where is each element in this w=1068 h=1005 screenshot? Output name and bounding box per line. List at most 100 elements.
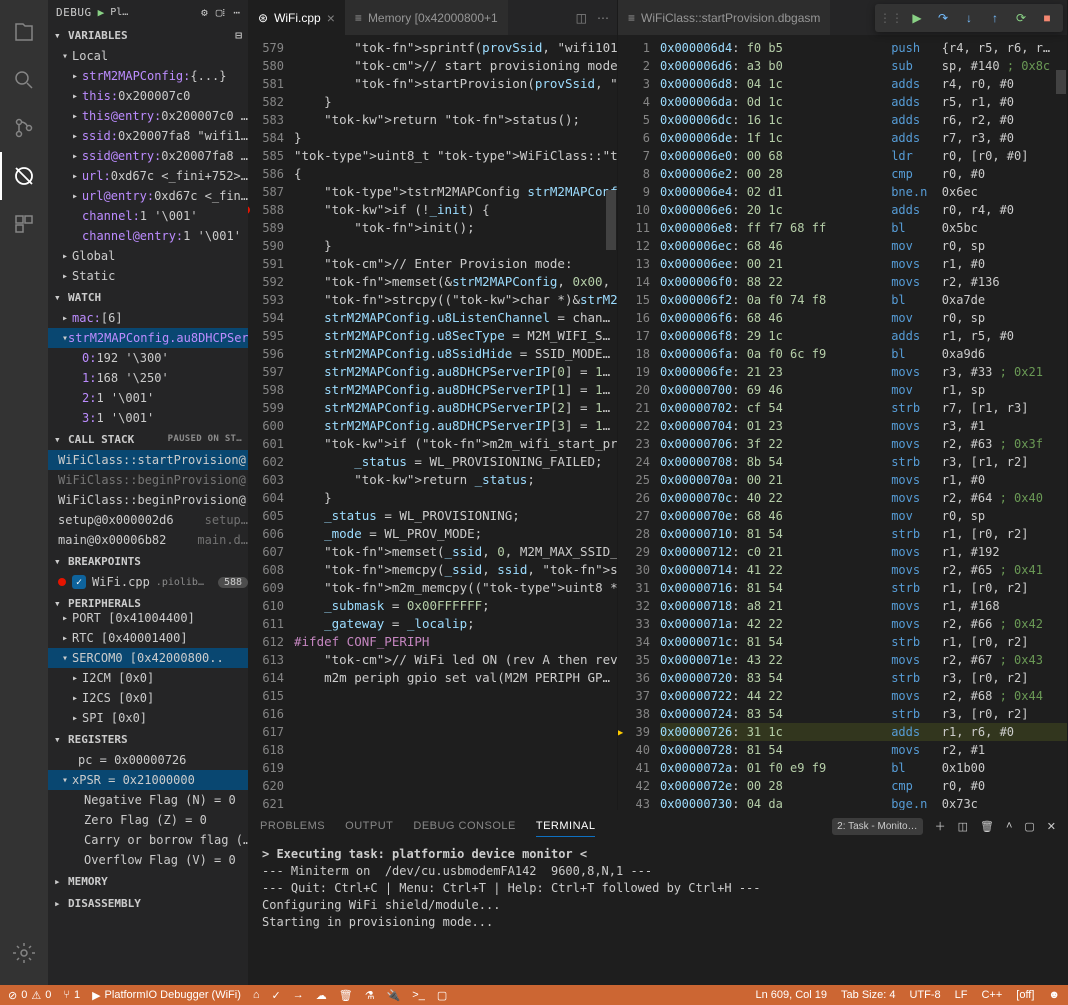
drag-handle-icon[interactable]: ⋮⋮ — [879, 6, 903, 30]
variable-row[interactable]: ▸ssid: 0x20007fa8 "wifi1… — [48, 126, 248, 146]
watch-child[interactable]: 0: 192 '\300' — [48, 348, 248, 368]
variable-row[interactable]: channel: 1 '\001' — [48, 206, 248, 226]
variables-header[interactable]: ▾VARIABLES⊟ — [48, 24, 248, 46]
watch-row[interactable]: ▾strM2MAPConfig.au8DHCPSer… — [48, 328, 248, 348]
register-flag[interactable]: Negative Flag (N) = 0 — [48, 790, 248, 810]
settings-gear-icon[interactable] — [0, 929, 48, 977]
asm-gutter[interactable]: 1234567891011121314151617181920212223242… — [618, 35, 660, 810]
scope-local[interactable]: ▾Local — [48, 46, 248, 66]
watch-child[interactable]: 1: 168 '\250' — [48, 368, 248, 388]
callstack-frame[interactable]: WiFiClass::startProvision@ — [48, 450, 248, 470]
variable-row[interactable]: ▸this@entry: 0x200007c0 … — [48, 106, 248, 126]
code-editor[interactable]: "tok-fn">sprintf(provSsid, "wifi101-%.2X… — [294, 35, 617, 810]
variable-row[interactable]: ▸url@entry: 0xd67c <_fin… — [48, 186, 248, 206]
register-flag[interactable]: Carry or borrow flag (… — [48, 830, 248, 850]
tab-debugconsole[interactable]: DEBUG CONSOLE — [413, 816, 515, 836]
extensions-icon[interactable] — [0, 200, 48, 248]
status-port[interactable]: [off] — [1016, 989, 1034, 1001]
stop-icon[interactable]: ■ — [1035, 6, 1059, 30]
scm-icon[interactable] — [0, 104, 48, 152]
status-errors[interactable]: ⊘ 0 ⚠ 0 — [8, 989, 51, 1002]
register-row[interactable]: pc = 0x00000726 — [48, 750, 248, 770]
peripheral-child[interactable]: ▸I2CM [0x0] — [48, 668, 248, 688]
step-over-icon[interactable]: ↷ — [931, 6, 955, 30]
debug-icon[interactable] — [0, 152, 48, 200]
debug-config-select[interactable]: Pl… — [110, 7, 128, 18]
peripheral-row[interactable]: ▾SERCOM0 [0x42000800.. — [48, 648, 248, 668]
upload-icon[interactable]: → — [293, 989, 304, 1001]
breakpoints-header[interactable]: ▾BREAKPOINTS — [48, 550, 248, 572]
continue-icon[interactable]: ▶ — [905, 6, 929, 30]
status-eol[interactable]: LF — [955, 989, 968, 1001]
kill-terminal-icon[interactable]: 🗑 — [980, 820, 994, 833]
line-gutter[interactable]: 5795805815825835845855865875885895905915… — [248, 35, 294, 810]
home-icon[interactable]: ⌂ — [253, 989, 260, 1001]
peripheral-row[interactable]: ▸PORT [0x41004400] — [48, 608, 248, 628]
collapse-all-icon[interactable]: ⊟ — [235, 29, 242, 42]
registers-header[interactable]: ▾REGISTERS — [48, 728, 248, 750]
maximize-icon[interactable]: ▢ — [1024, 820, 1034, 833]
variable-row[interactable]: ▸ssid@entry: 0x20007fa8 … — [48, 146, 248, 166]
scrollbar[interactable] — [605, 70, 617, 810]
debug-actions-toolbar[interactable]: ⋮⋮ ▶ ↷ ↓ ↑ ⟳ ■ — [875, 4, 1063, 32]
scrollbar[interactable] — [1055, 70, 1067, 810]
status-git[interactable]: ⑂ 1 — [63, 989, 80, 1001]
memory-header[interactable]: ▸MEMORY — [48, 870, 248, 892]
debug-console-icon[interactable]: ▢⁞ — [216, 6, 226, 19]
scope-global[interactable]: ▸Global — [48, 246, 248, 266]
step-out-icon[interactable]: ↑ — [983, 6, 1007, 30]
step-into-icon[interactable]: ↓ — [957, 6, 981, 30]
callstack-frame[interactable]: main@0x00006b82main.d… — [48, 530, 248, 550]
scope-static[interactable]: ▸Static — [48, 266, 248, 286]
callstack-frame[interactable]: WiFiClass::beginProvision@ — [48, 470, 248, 490]
editor-tab[interactable]: ≡WiFiClass::startProvision.dbgasm — [618, 0, 830, 35]
start-debug-icon[interactable]: ▶ — [98, 6, 105, 19]
variable-row[interactable]: ▸url: 0xd67c <_fini+752>… — [48, 166, 248, 186]
explorer-icon[interactable] — [0, 8, 48, 56]
test-icon[interactable]: ⚗ — [365, 989, 375, 1002]
split-editor-icon[interactable]: ◫ — [576, 11, 587, 25]
status-task[interactable]: ▶ PlatformIO Debugger (WiFi) — [92, 989, 241, 1002]
editor-tab[interactable]: ≡Memory [0x42000800+1 — [345, 0, 508, 35]
more-icon[interactable]: ⋯ — [597, 11, 609, 25]
terminal-select[interactable]: 2: Task - Monito… — [832, 818, 922, 835]
variable-row[interactable]: channel@entry: 1 '\001' — [48, 226, 248, 246]
status-tabsize[interactable]: Tab Size: 4 — [841, 989, 895, 1001]
breakpoint-row[interactable]: ✓WiFi.cpp.piolib…588 — [48, 572, 248, 592]
clean-icon[interactable]: ☁ — [316, 989, 327, 1002]
gear-icon[interactable]: ⚙ — [201, 6, 208, 19]
register-row[interactable]: ▾xPSR = 0x21000000 — [48, 770, 248, 790]
register-flag[interactable]: Zero Flag (Z) = 0 — [48, 810, 248, 830]
register-flag[interactable]: Overflow Flag (V) = 0 — [48, 850, 248, 870]
checkbox-icon[interactable]: ✓ — [72, 575, 86, 589]
variable-row[interactable]: ▸this: 0x200007c0 — [48, 86, 248, 106]
status-encoding[interactable]: UTF-8 — [909, 989, 940, 1001]
new-terminal-icon[interactable]: ＋ — [935, 818, 946, 834]
peripheral-row[interactable]: ▸RTC [0x40001400] — [48, 628, 248, 648]
watch-header[interactable]: ▾WATCH — [48, 286, 248, 308]
terminal-body[interactable]: > Executing task: platformio device moni… — [248, 842, 1068, 985]
peripheral-child[interactable]: ▸SPI [0x0] — [48, 708, 248, 728]
callstack-frame[interactable]: WiFiClass::beginProvision@ — [48, 490, 248, 510]
disassembly-view[interactable]: 0x000006d4: f0 b5 push {r4, r5, r6, r…0x… — [660, 35, 1067, 810]
close-panel-icon[interactable]: ✕ — [1047, 820, 1056, 833]
callstack-header[interactable]: ▾CALL STACKPAUSED ON ST… — [48, 428, 248, 450]
tab-output[interactable]: OUTPUT — [345, 816, 393, 836]
more-icon[interactable]: ⋯ — [233, 6, 240, 19]
tab-problems[interactable]: PROBLEMS — [260, 816, 325, 836]
peripheral-child[interactable]: ▸I2CS [0x0] — [48, 688, 248, 708]
tab-terminal[interactable]: TERMINAL — [536, 816, 596, 837]
variable-row[interactable]: ▸strM2MAPConfig: {...} — [48, 66, 248, 86]
status-lang[interactable]: C++ — [981, 989, 1002, 1001]
trash-icon[interactable]: 🗑 — [339, 989, 353, 1002]
callstack-frame[interactable]: setup@0x000002d6setup… — [48, 510, 248, 530]
terminal-icon[interactable]: >_ — [412, 989, 425, 1001]
watch-child[interactable]: 2: 1 '\001' — [48, 388, 248, 408]
serial-icon[interactable]: 🔌 — [387, 989, 401, 1002]
chevron-up-icon[interactable]: ˄ — [1006, 820, 1012, 832]
terminal2-icon[interactable]: ▢ — [437, 989, 447, 1002]
restart-icon[interactable]: ⟳ — [1009, 6, 1033, 30]
close-icon[interactable]: × — [327, 10, 335, 26]
editor-tab[interactable]: ⊛WiFi.cpp× — [248, 0, 345, 35]
feedback-icon[interactable]: ☻ — [1048, 989, 1060, 1001]
